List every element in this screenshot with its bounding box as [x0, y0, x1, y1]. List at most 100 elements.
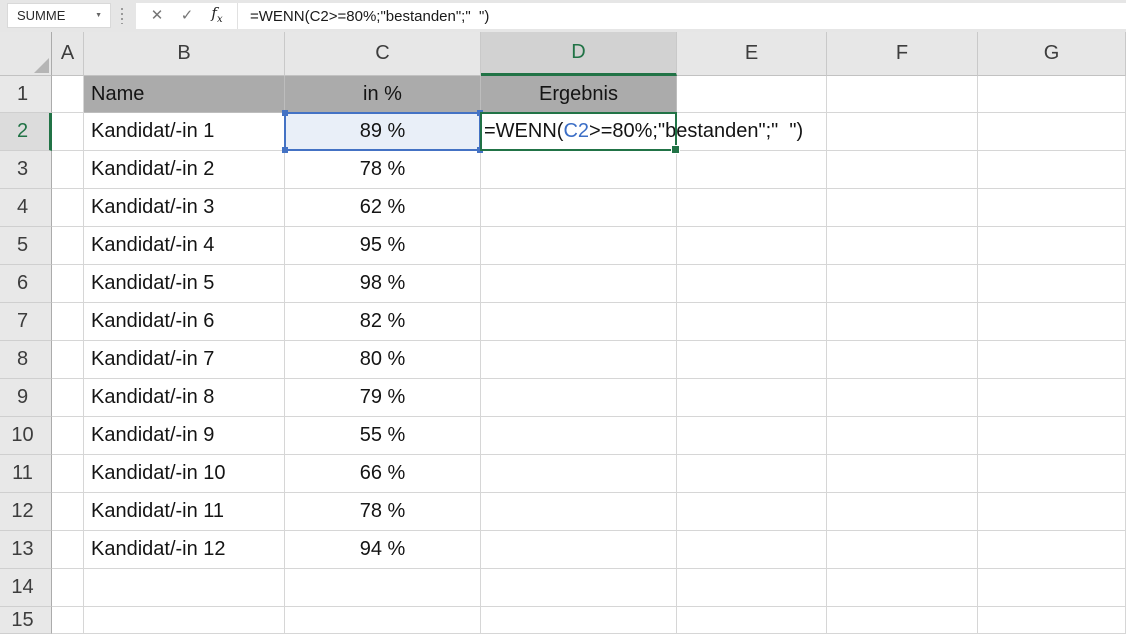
- cell-A5[interactable]: [52, 227, 84, 265]
- cell-F12[interactable]: [827, 493, 978, 531]
- cell-G1[interactable]: [978, 76, 1126, 113]
- cell-A2[interactable]: [52, 113, 84, 151]
- cell-F4[interactable]: [827, 189, 978, 227]
- cell-G7[interactable]: [978, 303, 1126, 341]
- row-header-10[interactable]: 10: [0, 417, 52, 455]
- cell-C4[interactable]: 62 %: [285, 189, 481, 227]
- column-header-F[interactable]: F: [827, 32, 978, 76]
- cell-C1[interactable]: in %: [285, 76, 481, 113]
- cell-D14[interactable]: [481, 569, 677, 607]
- cell-C6[interactable]: 98 %: [285, 265, 481, 303]
- cell-F2[interactable]: [827, 113, 978, 151]
- cell-F6[interactable]: [827, 265, 978, 303]
- cell-G15[interactable]: [978, 607, 1126, 634]
- cell-B3[interactable]: Kandidat/-in 2: [84, 151, 285, 189]
- insert-function-icon[interactable]: fx: [202, 0, 232, 33]
- cell-C5[interactable]: 95 %: [285, 227, 481, 265]
- cell-B14[interactable]: [84, 569, 285, 607]
- cancel-icon[interactable]: ✕: [142, 3, 172, 29]
- reference-handle-top-left[interactable]: [282, 110, 288, 116]
- row-header-2[interactable]: 2: [0, 113, 52, 151]
- cell-G2[interactable]: [978, 113, 1126, 151]
- cell-E10[interactable]: [677, 417, 827, 455]
- cell-G9[interactable]: [978, 379, 1126, 417]
- cell-D8[interactable]: [481, 341, 677, 379]
- column-header-E[interactable]: E: [677, 32, 827, 76]
- cell-G5[interactable]: [978, 227, 1126, 265]
- row-header-4[interactable]: 4: [0, 189, 52, 227]
- cell-A3[interactable]: [52, 151, 84, 189]
- cell-D3[interactable]: [481, 151, 677, 189]
- cell-A7[interactable]: [52, 303, 84, 341]
- cell-A11[interactable]: [52, 455, 84, 493]
- row-header-7[interactable]: 7: [0, 303, 52, 341]
- column-header-B[interactable]: B: [84, 32, 285, 76]
- cell-G12[interactable]: [978, 493, 1126, 531]
- cell-D13[interactable]: [481, 531, 677, 569]
- cell-D5[interactable]: [481, 227, 677, 265]
- cell-F1[interactable]: [827, 76, 978, 113]
- cell-A15[interactable]: [52, 607, 84, 634]
- cell-D4[interactable]: [481, 189, 677, 227]
- cell-B11[interactable]: Kandidat/-in 10: [84, 455, 285, 493]
- cell-A9[interactable]: [52, 379, 84, 417]
- cell-G11[interactable]: [978, 455, 1126, 493]
- cell-A8[interactable]: [52, 341, 84, 379]
- cell-A4[interactable]: [52, 189, 84, 227]
- cell-F11[interactable]: [827, 455, 978, 493]
- cell-A10[interactable]: [52, 417, 84, 455]
- row-header-11[interactable]: 11: [0, 455, 52, 493]
- row-header-9[interactable]: 9: [0, 379, 52, 417]
- cell-A12[interactable]: [52, 493, 84, 531]
- cell-B7[interactable]: Kandidat/-in 6: [84, 303, 285, 341]
- cell-C15[interactable]: [285, 607, 481, 634]
- cell-B8[interactable]: Kandidat/-in 7: [84, 341, 285, 379]
- cell-C7[interactable]: 82 %: [285, 303, 481, 341]
- formula-bar-input[interactable]: =WENN(C2>=80%;"bestanden";" "): [250, 8, 489, 25]
- cell-G14[interactable]: [978, 569, 1126, 607]
- reference-handle-bottom-left[interactable]: [282, 147, 288, 153]
- column-header-A[interactable]: A: [52, 32, 84, 76]
- cell-B9[interactable]: Kandidat/-in 8: [84, 379, 285, 417]
- cell-E12[interactable]: [677, 493, 827, 531]
- column-header-G[interactable]: G: [978, 32, 1126, 76]
- cell-G3[interactable]: [978, 151, 1126, 189]
- cell-C13[interactable]: 94 %: [285, 531, 481, 569]
- cell-F5[interactable]: [827, 227, 978, 265]
- cell-E14[interactable]: [677, 569, 827, 607]
- cell-D11[interactable]: [481, 455, 677, 493]
- row-header-1[interactable]: 1: [0, 76, 52, 113]
- cell-D6[interactable]: [481, 265, 677, 303]
- cell-E4[interactable]: [677, 189, 827, 227]
- cell-C10[interactable]: 55 %: [285, 417, 481, 455]
- cell-F15[interactable]: [827, 607, 978, 634]
- cell-E11[interactable]: [677, 455, 827, 493]
- cell-B5[interactable]: Kandidat/-in 4: [84, 227, 285, 265]
- cell-A14[interactable]: [52, 569, 84, 607]
- cell-D12[interactable]: [481, 493, 677, 531]
- cell-G13[interactable]: [978, 531, 1126, 569]
- cell-F8[interactable]: [827, 341, 978, 379]
- row-header-12[interactable]: 12: [0, 493, 52, 531]
- cell-A13[interactable]: [52, 531, 84, 569]
- cell-F9[interactable]: [827, 379, 978, 417]
- name-box[interactable]: SUMME ▼: [7, 3, 111, 28]
- cell-E3[interactable]: [677, 151, 827, 189]
- row-header-6[interactable]: 6: [0, 265, 52, 303]
- cell-B1[interactable]: Name: [84, 76, 285, 113]
- cell-G4[interactable]: [978, 189, 1126, 227]
- cell-B4[interactable]: Kandidat/-in 3: [84, 189, 285, 227]
- cell-A1[interactable]: [52, 76, 84, 113]
- cell-D1[interactable]: Ergebnis: [481, 76, 677, 113]
- column-header-C[interactable]: C: [285, 32, 481, 76]
- row-header-8[interactable]: 8: [0, 341, 52, 379]
- cell-D10[interactable]: [481, 417, 677, 455]
- column-header-D[interactable]: D: [481, 32, 677, 76]
- row-header-13[interactable]: 13: [0, 531, 52, 569]
- cell-D9[interactable]: [481, 379, 677, 417]
- name-box-dropdown-icon[interactable]: ▼: [95, 12, 110, 19]
- cell-C8[interactable]: 80 %: [285, 341, 481, 379]
- cell-E8[interactable]: [677, 341, 827, 379]
- cell-E7[interactable]: [677, 303, 827, 341]
- cell-D7[interactable]: [481, 303, 677, 341]
